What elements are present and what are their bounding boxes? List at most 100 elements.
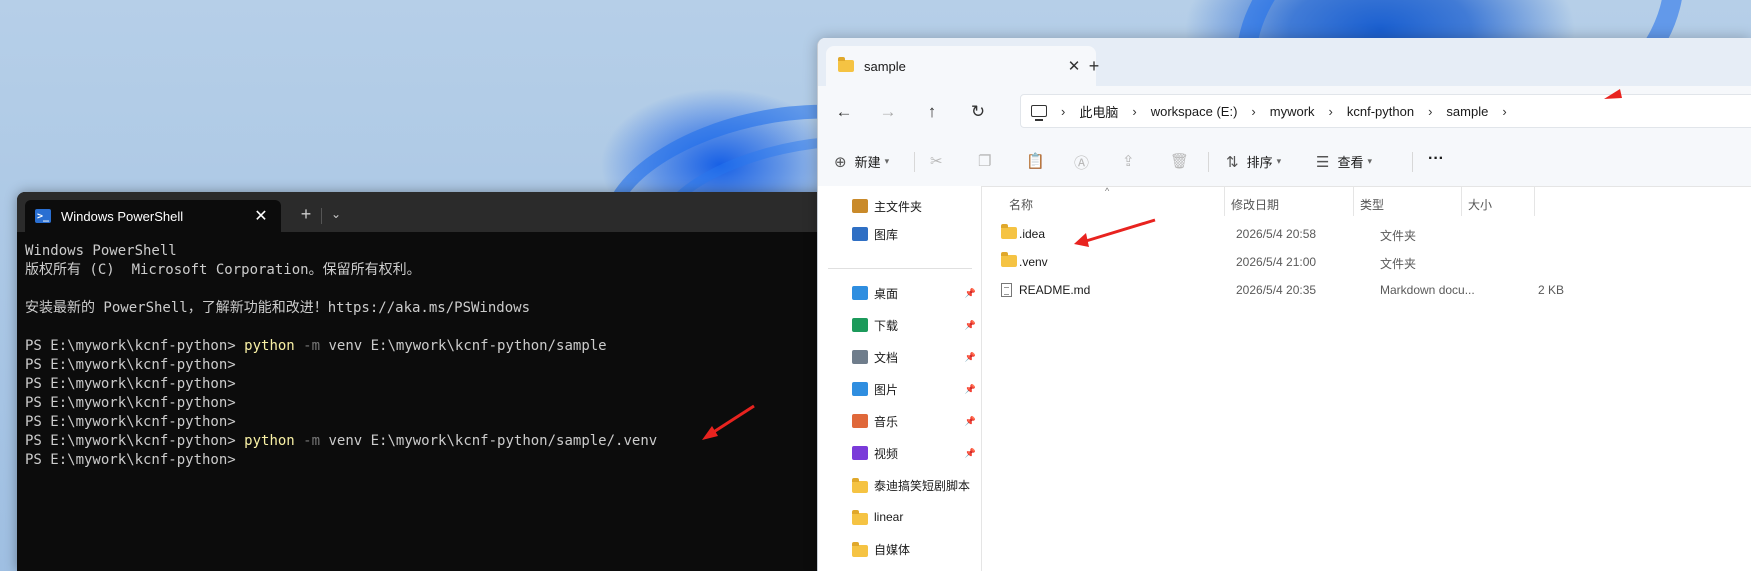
sidebar-item[interactable]: 主文件夹 (852, 194, 976, 218)
terminal-line: PS E:\mywork\kcnf-python> (25, 394, 837, 413)
chevron-right-icon[interactable]: › (1061, 104, 1065, 119)
file-date: 2026/5/4 20:58 (1236, 227, 1317, 241)
breadcrumb-kcnf-python[interactable]: kcnf-python (1347, 104, 1414, 119)
pin-icon: 📌 (964, 319, 976, 330)
terminal-tab-title: Windows PowerShell (61, 208, 184, 224)
cut-icon[interactable]: ✂ (930, 152, 943, 170)
sidebar-item[interactable]: 音乐 📌 (852, 409, 976, 433)
column-header-date[interactable]: 修改日期 (1231, 196, 1279, 213)
terminal-line: Windows PowerShell (25, 242, 837, 261)
sort-button[interactable]: ⇅ 排序 ▾ (1226, 152, 1281, 171)
back-arrow-icon[interactable]: ← (830, 98, 858, 126)
paste-icon[interactable]: 📋 (1026, 152, 1045, 170)
sidebar-item[interactable]: 文档 📌 (852, 345, 976, 369)
view-button[interactable]: ☰ 查看 ▾ (1316, 152, 1372, 171)
sidebar-item-label: 文档 (874, 350, 899, 365)
sidebar-item-label: 视频 (874, 446, 899, 461)
column-divider[interactable] (1224, 186, 1225, 216)
sidebar-divider (828, 268, 972, 269)
sidebar-item[interactable]: 自媒体 (852, 537, 976, 561)
terminal-line: PS E:\mywork\kcnf-python> python -m venv… (25, 337, 837, 356)
sidebar-item[interactable]: 图库 (852, 222, 976, 246)
sidebar-item-label: 桌面 (874, 286, 899, 301)
terminal-output[interactable]: Windows PowerShell 版权所有 (C) Microsoft Cor… (17, 232, 837, 470)
file-row[interactable]: .venv 2026/5/4 21:00 文件夹 (981, 250, 1751, 275)
file-row[interactable]: README.md 2026/5/4 20:35 Markdown docu... 2… (981, 278, 1751, 303)
copy-icon[interactable]: ❐ (978, 152, 991, 170)
forward-arrow-icon[interactable]: → (874, 98, 902, 126)
chevron-right-icon[interactable]: › (1251, 104, 1255, 119)
refresh-icon[interactable]: ↻ (964, 98, 992, 126)
column-divider[interactable] (1534, 186, 1535, 216)
explorer-body: 主文件夹 图库 桌面 📌 下载 📌 文档 📌 图片 📌 音乐 📌 视频 📌 泰迪搞笑短剧脚本 linear 自媒… (818, 186, 1751, 571)
toolbar-divider (1208, 152, 1209, 172)
chevron-right-icon[interactable]: › (1502, 104, 1506, 119)
tab-divider (321, 208, 322, 224)
file-name: README.md (1019, 283, 1091, 297)
column-header-name[interactable]: 名称 (1009, 196, 1033, 213)
breadcrumb-mywork[interactable]: mywork (1270, 104, 1315, 119)
new-tab-button[interactable]: + (1080, 52, 1108, 80)
terminal-text-pre: PS E:\mywork\kcnf-python> (25, 357, 236, 373)
pin-icon: 📌 (964, 447, 976, 458)
terminal-tab[interactable]: >_ Windows PowerShell ✕ (25, 200, 281, 232)
sidebar-item[interactable]: 图片 📌 (852, 377, 976, 401)
column-header-type[interactable]: 类型 (1360, 196, 1384, 213)
chevron-right-icon[interactable]: › (1428, 104, 1432, 119)
sidebar-item[interactable]: 视频 📌 (852, 441, 976, 465)
file-row[interactable]: .idea 2026/5/4 20:58 文件夹 (981, 222, 1751, 247)
new-button-label: 新建 (854, 155, 881, 170)
close-icon[interactable]: ✕ (249, 206, 273, 226)
column-header-size[interactable]: 大小 (1468, 196, 1492, 213)
terminal-text-post: venv E:\mywork\kcnf-python/sample (320, 338, 607, 354)
breadcrumb-sample[interactable]: sample (1446, 104, 1488, 119)
file-date: 2026/5/4 21:00 (1236, 255, 1317, 269)
chevron-right-icon[interactable]: › (1329, 104, 1333, 119)
breadcrumb-this-pc[interactable]: 此电脑 (1079, 102, 1118, 121)
sort-icon: ⇅ (1226, 153, 1239, 171)
new-tab-button[interactable]: + (295, 200, 317, 228)
share-icon[interactable]: ⇪ (1122, 152, 1135, 170)
terminal-line: PS E:\mywork\kcnf-python> (25, 451, 837, 470)
home-icon (852, 199, 868, 213)
sidebar-item-label: 主文件夹 (874, 199, 923, 214)
terminal-text-flag: -m (294, 338, 321, 354)
chevron-right-icon[interactable]: › (1132, 104, 1136, 119)
computer-icon (1031, 105, 1047, 121)
sidebar-item-label: 图库 (874, 227, 899, 242)
file-explorer-window: sample ✕ + ← → ↑ ↻ › 此电脑 › workspace (E:… (817, 38, 1751, 571)
column-divider[interactable] (1461, 186, 1462, 216)
new-button[interactable]: ⊕ 新建 ▾ (834, 152, 889, 171)
view-button-label: 查看 (1337, 155, 1364, 170)
more-options-button[interactable]: ··· (1428, 150, 1444, 168)
chevron-down-icon[interactable]: ⌄ (327, 200, 345, 228)
sidebar-item-label: 自媒体 (874, 542, 911, 557)
file-name: .venv (1019, 255, 1048, 269)
chevron-up-icon: ^ (1105, 186, 1110, 196)
terminal-tab-bar: >_ Windows PowerShell ✕ + ⌄ (17, 192, 837, 232)
sidebar-item[interactable]: linear (852, 505, 976, 529)
breadcrumb-drive[interactable]: workspace (E:) (1151, 104, 1238, 119)
sidebar-item[interactable]: 泰迪搞笑短剧脚本 (852, 473, 976, 497)
terminal-text-pre: PS E:\mywork\kcnf-python> (25, 414, 236, 430)
toolbar-divider (1412, 152, 1413, 172)
delete-icon[interactable]: 🗑 (1170, 152, 1189, 170)
music-icon (852, 414, 868, 428)
up-arrow-icon[interactable]: ↑ (918, 98, 946, 126)
rename-icon[interactable]: Ⓐ (1074, 152, 1089, 173)
terminal-text-pre: PS E:\mywork\kcnf-python> (25, 395, 236, 411)
document-icon (852, 350, 868, 364)
file-type: 文件夹 (1380, 229, 1417, 243)
file-name: .idea (1019, 227, 1046, 241)
file-size: 2 KB (1537, 283, 1564, 297)
explorer-tab-title: sample (864, 58, 906, 74)
sidebar-item-label: linear (874, 510, 904, 524)
sidebar-item[interactable]: 下载 📌 (852, 313, 976, 337)
command-bar: ⊕ 新建 ▾ ✂ ❐ 📋 Ⓐ ⇪ 🗑 ⇅ 排序 ▾ ☰ 查看 ▾ ··· (818, 138, 1751, 187)
terminal-line: PS E:\mywork\kcnf-python> (25, 356, 837, 375)
address-bar[interactable]: › 此电脑 › workspace (E:) › mywork › kcnf-p… (1020, 94, 1751, 128)
column-divider[interactable] (1353, 186, 1354, 216)
sidebar-item[interactable]: 桌面 📌 (852, 281, 976, 305)
explorer-tab[interactable]: sample ✕ (826, 46, 1096, 86)
